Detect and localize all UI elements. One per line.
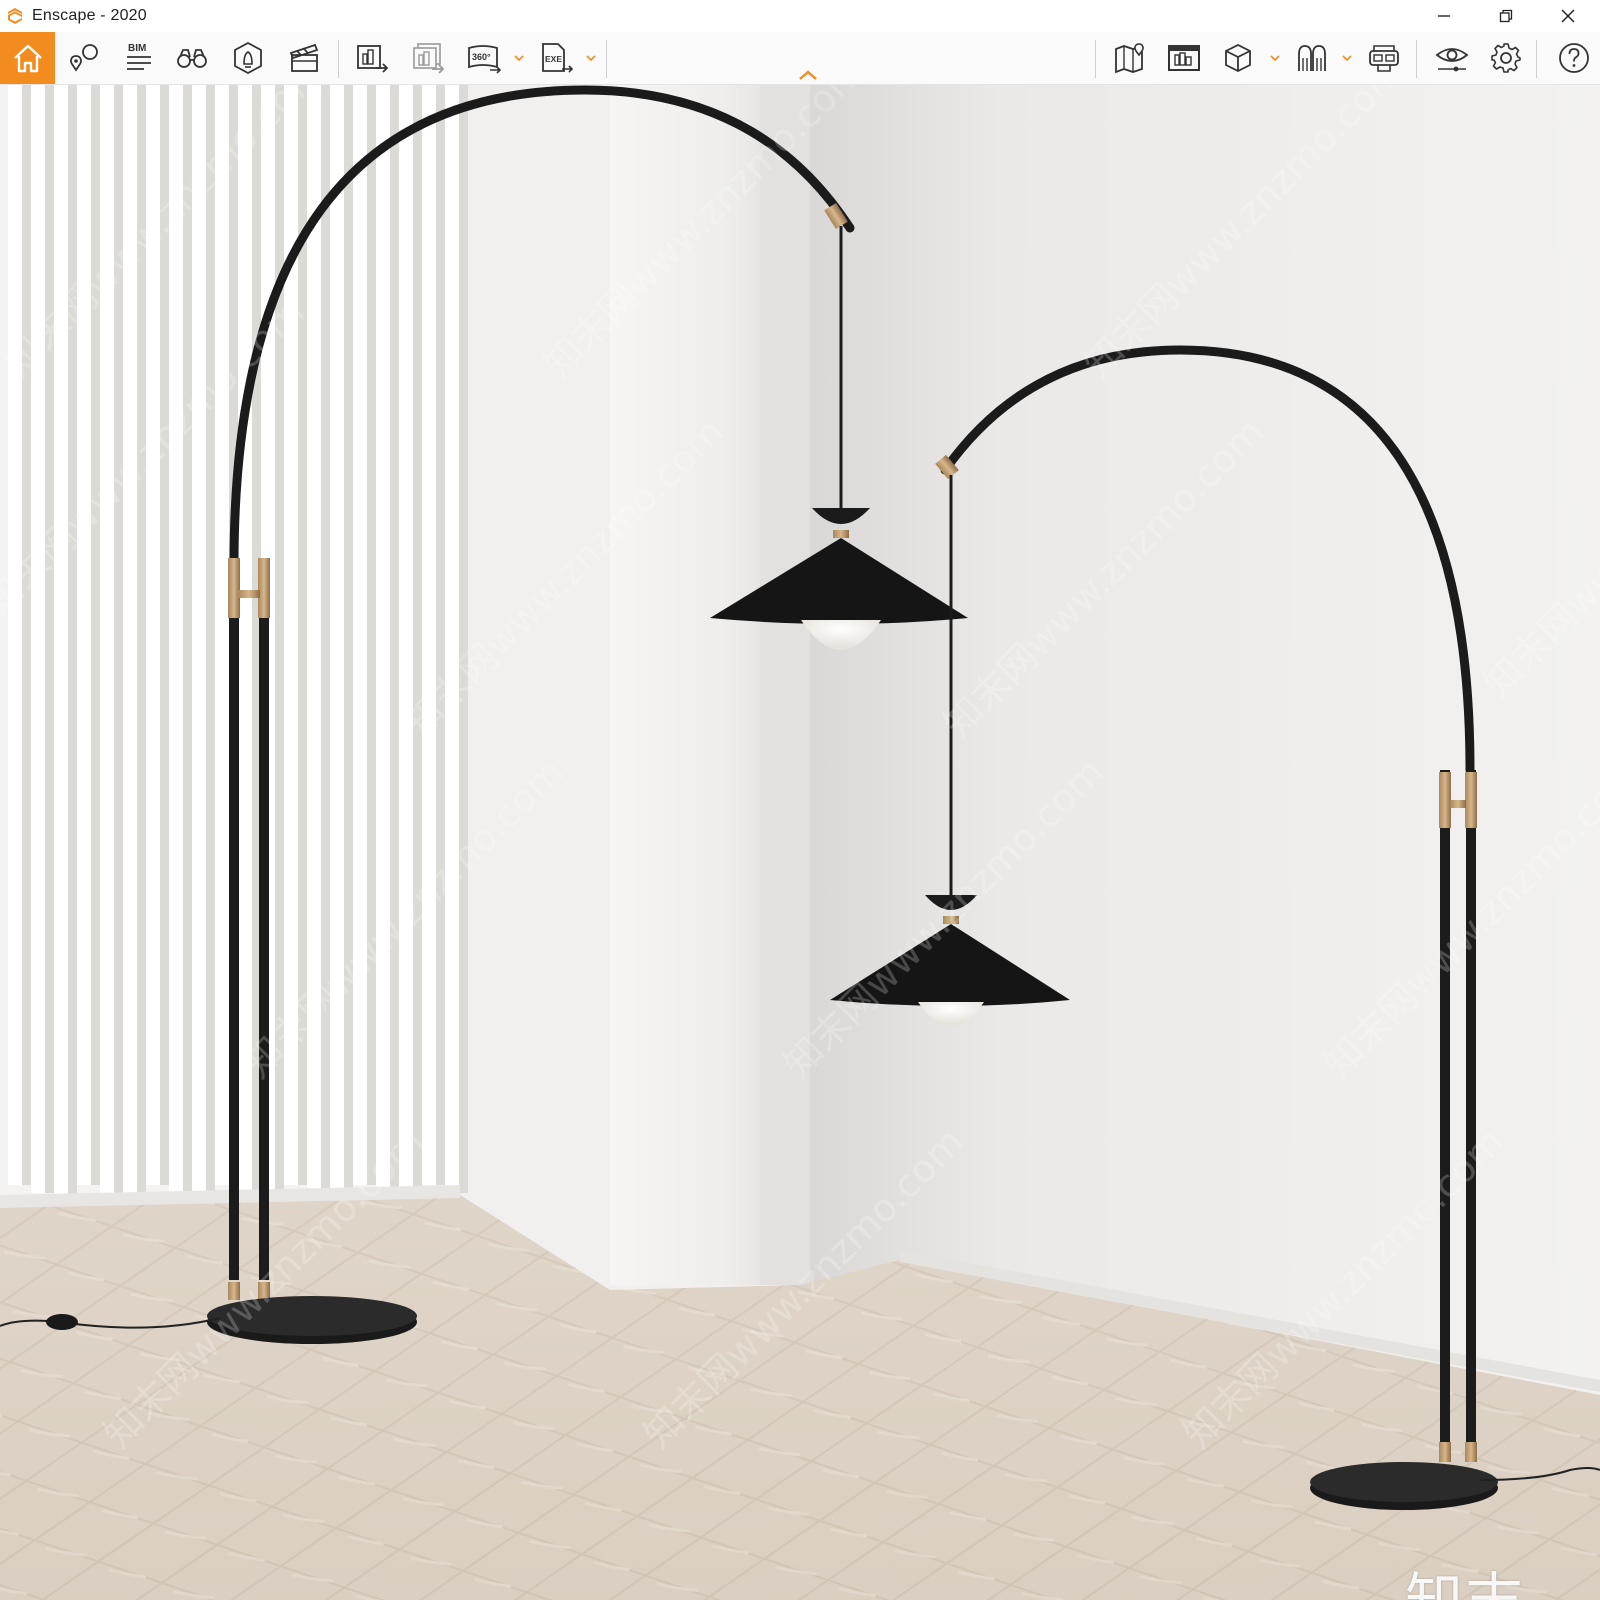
home-button[interactable] (0, 32, 55, 84)
export-exe-icon: EXE (542, 43, 574, 73)
blind-slat (169, 85, 183, 1193)
scene-render: 知末网www.znzmo.com 知末网www.znzmo.com 知末网www.z… (0, 85, 1600, 1600)
blind-slat-shadow (367, 85, 376, 1185)
blind-slat (399, 85, 413, 1201)
blind-slat-shadow (91, 85, 100, 1185)
asset-library-button[interactable] (1158, 32, 1210, 84)
chevron-down-icon (514, 54, 524, 61)
view-management-icon (70, 44, 98, 72)
toolbar-separator (1095, 40, 1096, 78)
toolbar-separator (606, 40, 607, 78)
batch-render-button[interactable] (402, 32, 454, 84)
export-dropdown[interactable] (584, 48, 598, 68)
window-title: Enscape - 2020 (32, 7, 147, 24)
panorama-dropdown[interactable] (512, 48, 526, 68)
bim-icon: BIM (127, 43, 151, 70)
asset-library-icon (1168, 45, 1200, 71)
chevron-down-icon (586, 54, 596, 61)
blind-slat (238, 85, 252, 1193)
visual-settings-icon (1435, 48, 1469, 72)
render-image-icon (357, 45, 389, 73)
people-icon (1298, 45, 1326, 71)
home-icon (13, 44, 42, 73)
blind-slat (8, 85, 22, 1185)
enscape-logo-icon (8, 8, 22, 24)
help-icon (1559, 43, 1589, 73)
video-editor-button[interactable] (278, 32, 330, 84)
blind-slat (422, 85, 436, 1185)
settings-button[interactable] (1480, 32, 1532, 84)
binoculars-icon (177, 49, 207, 68)
blind-slat (330, 85, 344, 1201)
render-image-button[interactable] (346, 32, 398, 84)
map-button[interactable] (1104, 32, 1156, 84)
blind-slat-shadow (390, 85, 399, 1193)
batch-render-icon (413, 43, 445, 74)
gear-icon (1491, 43, 1521, 73)
view-management-button[interactable] (58, 32, 110, 84)
exe-label: EXE (545, 54, 562, 64)
clapperboard-icon (289, 43, 319, 72)
blind-slat (192, 85, 206, 1201)
blind-slat (215, 85, 229, 1185)
cube-icon (1225, 43, 1251, 73)
blind-slat (445, 85, 459, 1193)
close-icon (1561, 9, 1575, 23)
people-button[interactable] (1286, 32, 1338, 84)
minimize-button[interactable] (1416, 0, 1472, 32)
restore-button[interactable] (1478, 0, 1534, 32)
blind-slat-shadow (45, 85, 54, 1193)
map-icon (1115, 43, 1144, 74)
panorama-360-icon: 360° (468, 45, 502, 74)
blind-slat-shadow (22, 85, 31, 1185)
chevron-down-icon (1270, 54, 1280, 61)
panorama-label: 360° (472, 52, 491, 62)
blind-slat-shadow (206, 85, 215, 1201)
toolbar-separator (338, 40, 339, 78)
blind-slat-shadow (436, 85, 445, 1185)
help-button[interactable] (1548, 32, 1600, 84)
light-view-icon (234, 41, 262, 75)
watermark-logo: 知末 (1405, 1566, 1526, 1600)
people-dropdown[interactable] (1340, 48, 1354, 68)
blind-slat (54, 85, 68, 1201)
chevron-down-icon (1342, 54, 1352, 61)
restore-icon (1499, 9, 1513, 23)
light-view-button[interactable] (222, 32, 274, 84)
blind-slat-shadow (344, 85, 353, 1201)
blind-slat (376, 85, 390, 1193)
blind-slat-shadow (68, 85, 77, 1201)
render-viewport[interactable]: 知末网www.znzmo.com 知末网www.znzmo.com 知末网www.z… (0, 85, 1600, 1600)
vr-headset-icon (1369, 45, 1399, 72)
title-bar: Enscape - 2020 (0, 0, 1600, 32)
bim-button[interactable]: BIM (112, 32, 164, 84)
toolbar-separator (1536, 40, 1537, 78)
blind-slat-shadow (183, 85, 192, 1193)
blind-slat (353, 85, 367, 1185)
blind-slat-shadow (413, 85, 422, 1201)
cube-dropdown[interactable] (1268, 48, 1282, 68)
toolbar-separator (1416, 40, 1417, 78)
bim-label: BIM (128, 43, 146, 54)
cube-button[interactable] (1212, 32, 1264, 84)
visual-settings-button[interactable] (1426, 32, 1478, 84)
blind-slat (77, 85, 91, 1185)
binoculars-button[interactable] (166, 32, 218, 84)
panorama-button[interactable]: 360° (458, 32, 510, 84)
blind-slat (31, 85, 45, 1193)
vr-headset-button[interactable] (1358, 32, 1410, 84)
minimize-icon (1438, 15, 1450, 17)
blind-slat-shadow (459, 85, 468, 1193)
export-exe-button[interactable]: EXE (530, 32, 582, 84)
collapse-toolbar-caret-icon[interactable] (796, 68, 820, 82)
close-button[interactable] (1540, 0, 1596, 32)
